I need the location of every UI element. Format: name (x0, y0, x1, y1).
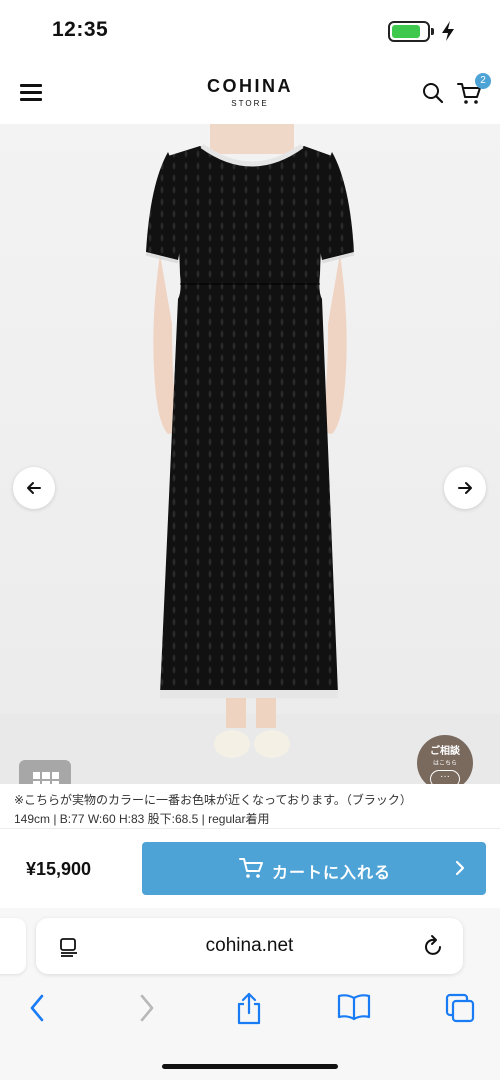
search-icon[interactable] (422, 82, 444, 104)
product-photo (0, 124, 500, 784)
site-header: COHINA STORE 2 (0, 62, 500, 124)
image-caption: ※こちらが実物のカラーに一番お色味が近くなっております。（ブラック） 149cm… (0, 784, 500, 828)
home-indicator (162, 1064, 338, 1069)
thumbnail-grid-button[interactable] (19, 760, 71, 784)
status-bar: 12:35 (0, 0, 500, 62)
color-note: ※こちらが実物のカラーに一番お色味が近くなっております。（ブラック） (14, 793, 412, 807)
tabs-icon[interactable] (444, 992, 476, 1024)
grid-icon (33, 772, 59, 784)
share-icon[interactable] (234, 992, 264, 1026)
consultation-chat-button[interactable]: ご相談 はこちら ··· (417, 735, 473, 784)
arrow-right-icon (458, 482, 472, 494)
chat-bubble-icon: ··· (430, 770, 460, 784)
bookmarks-icon[interactable] (336, 992, 372, 1022)
product-image-gallery[interactable]: ご相談 はこちら ··· (0, 124, 500, 784)
arrow-left-icon (27, 482, 41, 494)
url-text: cohina.net (205, 935, 294, 956)
cart-count-badge: 2 (475, 73, 491, 89)
battery-icon (388, 21, 434, 42)
previous-tab-preview[interactable] (0, 918, 26, 974)
consult-title: ご相談 (430, 746, 460, 757)
reload-icon[interactable] (423, 934, 445, 958)
product-price: ¥15,900 (26, 859, 92, 879)
consult-subtitle: はこちら (432, 761, 457, 767)
gallery-prev-button[interactable] (13, 467, 55, 509)
charging-bolt-icon (442, 21, 454, 41)
add-to-cart-button[interactable]: カートに入れる (142, 842, 486, 895)
chevron-right-icon (455, 860, 465, 876)
gallery-next-button[interactable] (444, 467, 486, 509)
forward-icon[interactable] (134, 992, 158, 1024)
back-icon[interactable] (26, 992, 50, 1024)
add-to-cart-label: カートに入れる (272, 865, 392, 882)
browser-toolbar (0, 988, 500, 1032)
purchase-bar: ¥15,900 カートに入れる (0, 828, 500, 909)
model-size-note: 149cm | B:77 W:60 H:83 股下:68.5 | regular… (14, 812, 270, 826)
cart-icon (239, 858, 263, 878)
status-time: 12:35 (52, 18, 109, 41)
address-bar[interactable]: cohina.net (36, 918, 463, 974)
browser-chrome: cohina.net (0, 908, 500, 1080)
